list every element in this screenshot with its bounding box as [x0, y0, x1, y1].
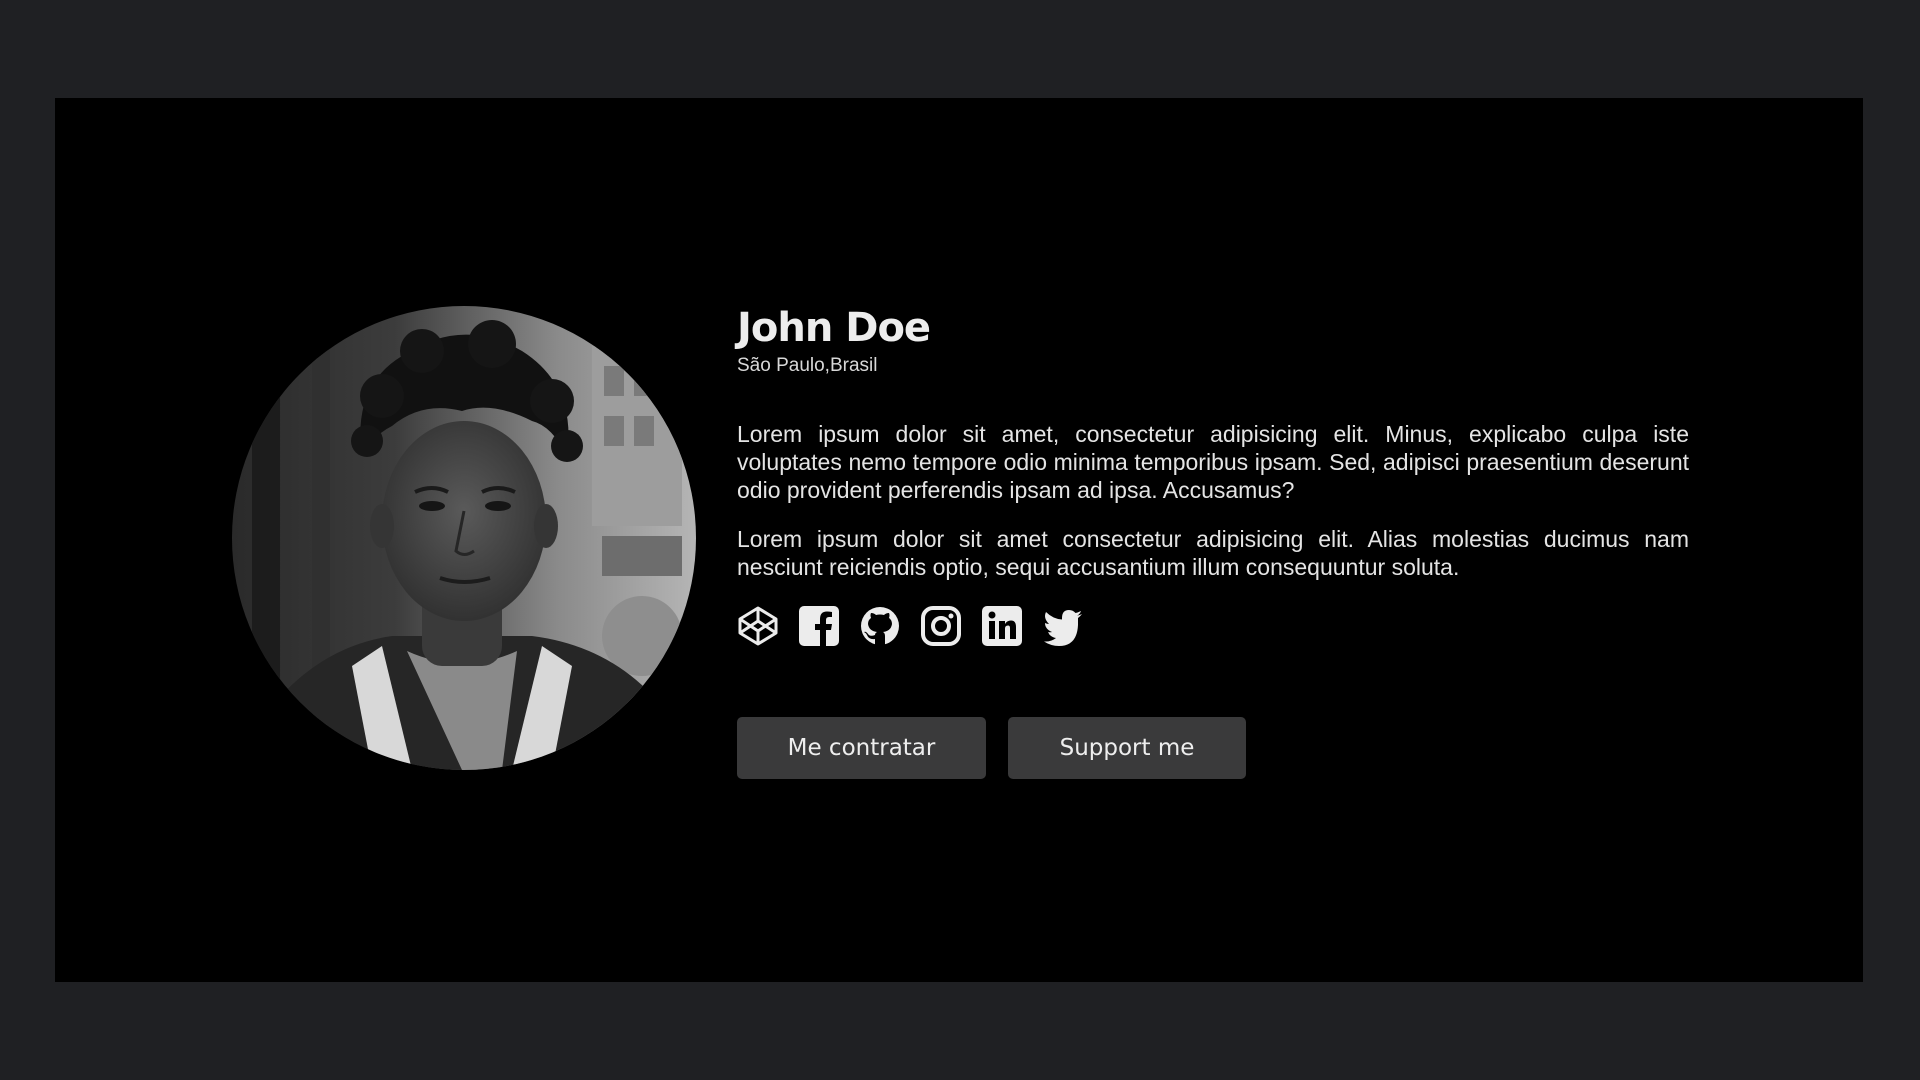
- profile-location: São Paulo,Brasil: [737, 355, 878, 376]
- hire-me-button[interactable]: Me contratar: [737, 717, 986, 779]
- instagram-icon[interactable]: [920, 605, 962, 647]
- twitter-icon[interactable]: [1042, 605, 1084, 647]
- support-me-button[interactable]: Support me: [1008, 717, 1246, 779]
- profile-photo: [232, 306, 696, 770]
- bio-paragraph-1: Lorem ipsum dolor sit amet, consectetur …: [737, 421, 1689, 503]
- facebook-icon[interactable]: [798, 605, 840, 647]
- action-buttons: Me contratar Support me: [737, 717, 1689, 779]
- social-links: [737, 605, 1689, 647]
- linkedin-icon[interactable]: [981, 605, 1023, 647]
- github-icon[interactable]: [859, 605, 901, 647]
- profile-name: John Doe: [737, 305, 931, 351]
- profile-card: John Doe São Paulo,Brasil Lorem ipsum do…: [55, 98, 1863, 982]
- profile-info: John Doe São Paulo,Brasil Lorem ipsum do…: [737, 304, 1689, 779]
- bio-paragraph-2: Lorem ipsum dolor sit amet consectetur a…: [737, 526, 1689, 580]
- codepen-icon[interactable]: [737, 605, 779, 647]
